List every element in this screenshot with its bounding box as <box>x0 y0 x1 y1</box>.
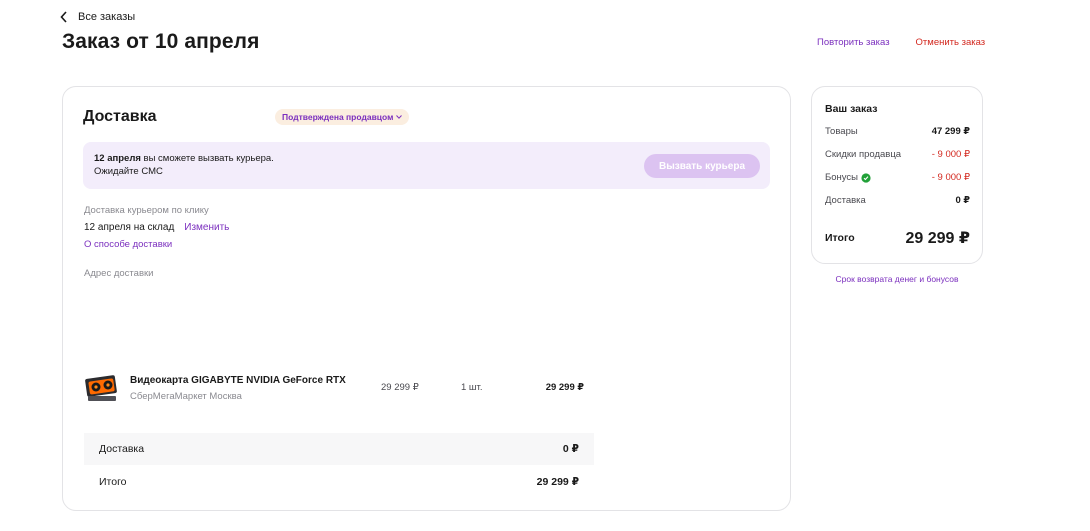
delivery-date-row: 12 апреля на склад Изменить <box>84 222 229 233</box>
totals-final-label: Итого <box>99 476 127 488</box>
product-total: 29 299 ₽ <box>545 382 584 393</box>
courier-banner: 12 апреля вы сможете вызвать курьера. Ож… <box>83 142 770 189</box>
bonus-icon <box>861 172 871 183</box>
delivery-title: Доставка <box>83 108 157 125</box>
back-link-label: Все заказы <box>78 11 136 23</box>
refund-terms-link[interactable]: Срок возврата денег и бонусов <box>811 274 983 284</box>
change-delivery-link[interactable]: Изменить <box>184 222 229 233</box>
address-label: Адрес доставки <box>84 268 154 279</box>
summary-goods-label: Товары <box>825 126 858 137</box>
summary-goods-value: 47 299 ₽ <box>931 126 970 137</box>
delivery-card: Доставка Подтверждена продавцом 12 апрел… <box>62 86 791 511</box>
graphics-card-image[interactable] <box>84 372 120 404</box>
call-courier-button[interactable]: Вызвать курьера <box>644 154 760 178</box>
product-seller: СберМегаМаркет Москва <box>130 391 242 402</box>
totals-final-value: 29 299 ₽ <box>536 476 579 488</box>
banner-text: 12 апреля вы сможете вызвать курьера. Ож… <box>94 152 274 178</box>
summary-total-label: Итого <box>825 232 855 244</box>
back-link[interactable]: Все заказы <box>60 11 135 23</box>
banner-date: 12 апреля <box>94 153 141 164</box>
product-quantity: 1 шт. <box>461 382 483 393</box>
product-price: 29 299 ₽ <box>381 382 419 393</box>
summary-discount-value: - 9 000 ₽ <box>931 149 970 160</box>
summary-bonus-row: Бонусы - 9 000 ₽ <box>825 172 970 183</box>
totals-final-row: Итого 29 299 ₽ <box>84 466 594 498</box>
banner-line2: Ожидайте СМС <box>94 166 163 177</box>
summary-delivery-row: Доставка 0 ₽ <box>825 195 970 206</box>
summary-goods-row: Товары 47 299 ₽ <box>825 126 970 137</box>
banner-line1: вы сможете вызвать курьера. <box>140 153 274 164</box>
totals-delivery-row: Доставка 0 ₽ <box>84 433 594 465</box>
delivery-date: 12 апреля на склад <box>84 222 175 233</box>
status-badge[interactable]: Подтверждена продавцом <box>275 109 410 125</box>
product-name[interactable]: Видеокарта GIGABYTE NVIDIA GeForce RTX <box>130 375 366 386</box>
status-badge-label: Подтверждена продавцом <box>282 112 394 122</box>
header-actions: Повторить заказ Отменить заказ <box>817 37 985 48</box>
cancel-order-link[interactable]: Отменить заказ <box>916 37 986 48</box>
summary-bonus-label: Бонусы <box>825 172 858 183</box>
summary-discount-label: Скидки продавца <box>825 149 902 160</box>
chevron-left-icon <box>60 11 67 23</box>
repeat-order-link[interactable]: Повторить заказ <box>817 37 890 48</box>
summary-bonus-value: - 9 000 ₽ <box>931 172 970 183</box>
summary-title: Ваш заказ <box>825 103 878 115</box>
order-summary-card: Ваш заказ Товары 47 299 ₽ Скидки продавц… <box>811 86 983 264</box>
delivery-method-label: Доставка курьером по клику <box>84 205 209 216</box>
summary-discount-row: Скидки продавца - 9 000 ₽ <box>825 149 970 160</box>
page-title: Заказ от 10 апреля <box>62 30 260 53</box>
product-row[interactable]: Видеокарта GIGABYTE NVIDIA GeForce RTX С… <box>84 370 594 408</box>
summary-total-value: 29 299 ₽ <box>905 230 970 247</box>
summary-delivery-label: Доставка <box>825 195 866 206</box>
chevron-down-icon <box>396 115 403 119</box>
summary-total-row: Итого 29 299 ₽ <box>825 228 970 248</box>
summary-delivery-value: 0 ₽ <box>955 195 970 206</box>
totals-delivery-label: Доставка <box>99 443 145 455</box>
summary-bonus-label-wrap: Бонусы <box>825 172 871 183</box>
totals-delivery-value: 0 ₽ <box>562 443 579 455</box>
delivery-info-link[interactable]: О способе доставки <box>84 239 172 250</box>
